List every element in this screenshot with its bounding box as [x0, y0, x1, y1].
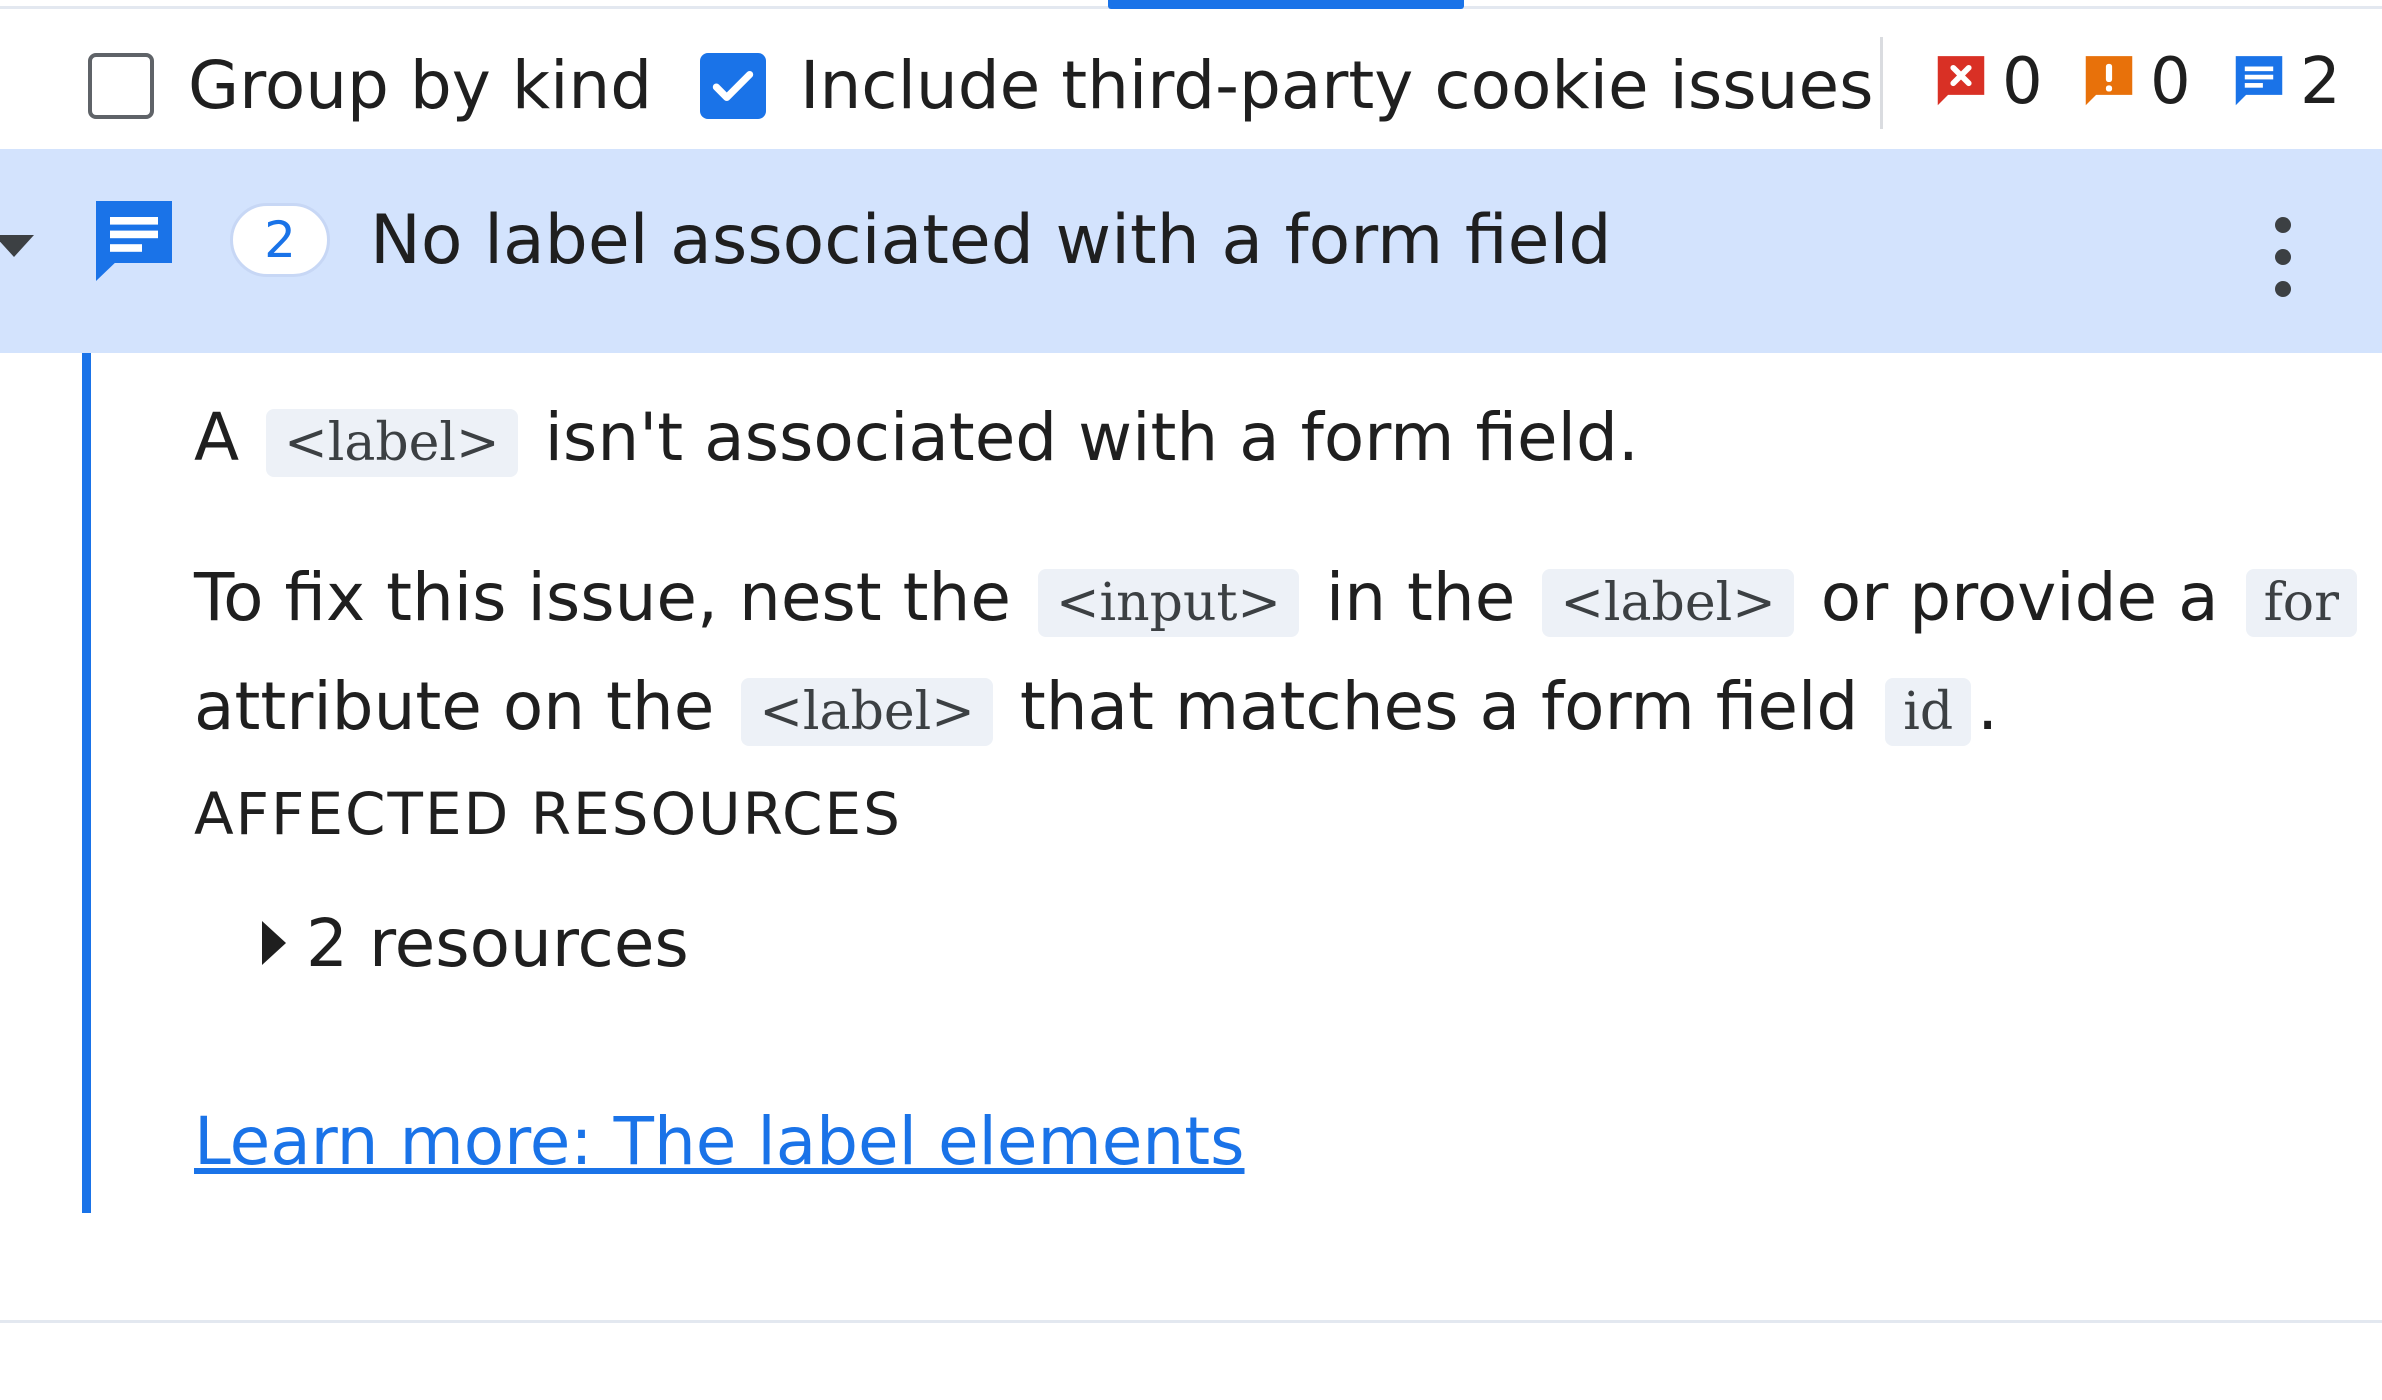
error-counter[interactable]: 0: [1930, 37, 2043, 127]
issues-panel: Group by kind Include third-party cookie…: [0, 0, 2382, 1400]
fix-text: that matches a form field: [1019, 668, 1859, 745]
menu-dot: [2275, 217, 2291, 233]
info-count: 2: [2300, 45, 2341, 119]
issue-count-badge: 2: [230, 203, 330, 277]
expand-arrow-icon[interactable]: [0, 235, 34, 257]
chevron-right-icon[interactable]: [262, 921, 286, 965]
warning-count: 0: [2150, 45, 2191, 119]
issue-body-accent-bar: [82, 353, 91, 1213]
code-id: id: [1885, 678, 1972, 746]
active-tab-indicator: [1108, 0, 1464, 9]
third-party-cookie-label[interactable]: Include third-party cookie issues: [800, 39, 1873, 133]
bottom-separator: [0, 1320, 2382, 1323]
code-label: <label>: [1542, 569, 1794, 637]
desc-text: isn't associated with a form field.: [544, 399, 1639, 476]
menu-dot: [2275, 281, 2291, 297]
desc-text: A: [194, 399, 240, 476]
group-by-kind-label[interactable]: Group by kind: [188, 39, 652, 133]
code-for: for: [2245, 569, 2357, 637]
fix-text: attribute on the: [194, 668, 715, 745]
fix-text: To fix this issue, nest the: [194, 559, 1011, 636]
message-icon: [86, 193, 182, 289]
fix-text: or provide a: [1820, 559, 2219, 636]
checkmark-icon: [712, 71, 754, 102]
warning-flag-icon: [2078, 51, 2140, 113]
code-label: <label>: [266, 409, 518, 477]
third-party-cookie-checkbox[interactable]: [700, 53, 766, 119]
menu-dot: [2275, 249, 2291, 265]
fix-text: .: [1977, 668, 1999, 745]
warning-counter[interactable]: 0: [2078, 37, 2191, 127]
group-by-kind-checkbox[interactable]: [88, 53, 154, 119]
resources-label[interactable]: 2 resources: [306, 905, 689, 982]
code-input: <input>: [1037, 569, 1299, 637]
error-flag-icon: [1930, 51, 1992, 113]
issue-fix-description: To fix this issue, nest the <input> in t…: [194, 546, 2363, 764]
toolbar-divider: [1880, 37, 1883, 129]
code-label: <label>: [741, 678, 993, 746]
issues-toolbar: Group by kind Include third-party cookie…: [0, 9, 2382, 149]
affected-resources-heading: AFFECTED RESOURCES: [194, 780, 902, 848]
resources-toggle[interactable]: 2 resources: [262, 898, 689, 988]
info-counter[interactable]: 2: [2228, 37, 2341, 127]
error-count: 0: [2002, 45, 2043, 119]
more-vert-icon[interactable]: [2258, 217, 2308, 297]
info-message-icon: [2228, 51, 2290, 113]
issue-header[interactable]: 2 No label associated with a form field: [0, 149, 2382, 353]
issue-description: A <label> isn't associated with a form f…: [194, 390, 1639, 491]
learn-more-link[interactable]: Learn more: The label elements: [194, 1094, 1245, 1190]
fix-text: in the: [1325, 559, 1516, 636]
issue-title[interactable]: No label associated with a form field: [370, 191, 1612, 291]
